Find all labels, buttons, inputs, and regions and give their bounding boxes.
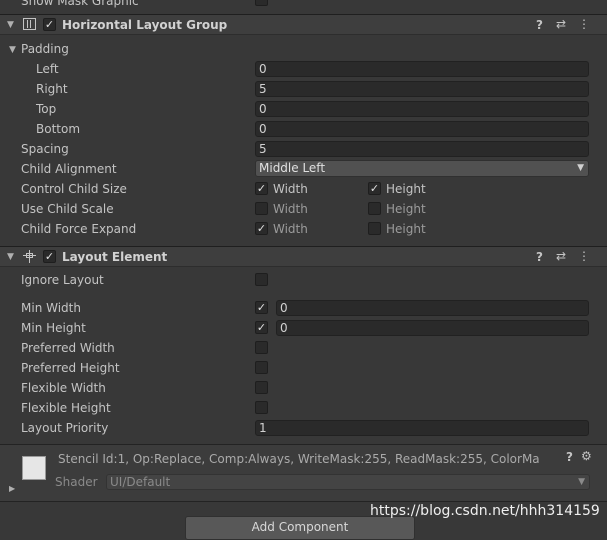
add-component-button[interactable]: Add Component: [185, 516, 415, 540]
flexible-width-checkbox[interactable]: [255, 381, 268, 394]
gear-icon[interactable]: ⚙: [581, 449, 592, 463]
foldout-arrow-icon[interactable]: ▼: [7, 20, 14, 30]
expand-height-label: Height: [386, 222, 426, 236]
help-icon[interactable]: ?: [536, 250, 543, 264]
layout-priority-label: Layout Priority: [21, 421, 109, 435]
child-alignment-value: Middle Left: [259, 161, 326, 175]
component-title: Horizontal Layout Group: [62, 18, 228, 32]
component-title: Layout Element: [62, 250, 168, 264]
dropdown-arrow-icon: ▼: [578, 477, 585, 487]
scale-width-label: Width: [273, 202, 308, 216]
le-enabled-checkbox[interactable]: ✓: [43, 250, 56, 263]
expand-width-label: Width: [273, 222, 308, 236]
min-width-label: Min Width: [21, 301, 81, 315]
control-child-size-label: Control Child Size: [21, 182, 127, 196]
preferred-width-label: Preferred Width: [21, 341, 115, 355]
flexible-height-label: Flexible Height: [21, 401, 111, 415]
material-stencil-info: Stencil Id:1, Op:Replace, Comp:Always, W…: [58, 452, 540, 466]
help-icon[interactable]: ?: [566, 450, 573, 464]
help-icon[interactable]: ?: [536, 18, 543, 32]
layout-element-icon: [23, 250, 36, 263]
shader-label: Shader: [55, 475, 98, 489]
ignore-layout-label: Ignore Layout: [21, 273, 104, 287]
child-force-expand-label: Child Force Expand: [21, 222, 137, 236]
preferred-width-checkbox[interactable]: [255, 341, 268, 354]
bottom-label: Bottom: [36, 122, 81, 136]
hlg-enabled-checkbox[interactable]: ✓: [43, 18, 56, 31]
expand-width-checkbox[interactable]: ✓: [255, 222, 268, 235]
control-width-checkbox[interactable]: ✓: [255, 182, 268, 195]
ignore-layout-checkbox[interactable]: [255, 273, 268, 286]
bottom-input[interactable]: 0: [255, 121, 589, 137]
top-label: Top: [36, 102, 57, 116]
min-height-checkbox[interactable]: ✓: [255, 321, 268, 334]
more-menu-icon[interactable]: ⋮: [578, 17, 590, 31]
dropdown-arrow-icon: ▼: [577, 163, 584, 173]
foldout-arrow-icon[interactable]: ▼: [7, 252, 14, 262]
left-input[interactable]: 0: [255, 61, 589, 77]
padding-label[interactable]: Padding: [21, 42, 69, 56]
shader-dropdown[interactable]: UI/Default ▼: [106, 474, 590, 490]
material-section: Stencil Id:1, Op:Replace, Comp:Always, W…: [0, 444, 607, 502]
spacing-label: Spacing: [21, 142, 69, 156]
child-alignment-dropdown[interactable]: Middle Left ▼: [255, 160, 589, 177]
show-mask-graphic-checkbox[interactable]: [255, 0, 268, 6]
child-alignment-label: Child Alignment: [21, 162, 117, 176]
presets-icon[interactable]: ⇄: [556, 249, 566, 263]
control-height-label: Height: [386, 182, 426, 196]
left-label: Left: [36, 62, 59, 76]
spacing-input[interactable]: 5: [255, 141, 589, 157]
more-menu-icon[interactable]: ⋮: [578, 249, 590, 263]
flexible-width-label: Flexible Width: [21, 381, 106, 395]
layout-priority-input[interactable]: 1: [255, 420, 589, 436]
right-label: Right: [36, 82, 68, 96]
top-input[interactable]: 0: [255, 101, 589, 117]
horizontal-layout-icon: [23, 18, 36, 30]
watermark-text: https://blog.csdn.net/hhh314159: [370, 503, 600, 519]
flexible-height-checkbox[interactable]: [255, 401, 268, 414]
min-width-input[interactable]: 0: [276, 300, 589, 316]
clipped-top-row: Show Mask Graphic: [0, 0, 607, 14]
min-width-checkbox[interactable]: ✓: [255, 301, 268, 314]
preferred-height-checkbox[interactable]: [255, 361, 268, 374]
use-child-scale-label: Use Child Scale: [21, 202, 114, 216]
min-height-input[interactable]: 0: [276, 320, 589, 336]
scale-height-label: Height: [386, 202, 426, 216]
preferred-height-label: Preferred Height: [21, 361, 120, 375]
expand-height-checkbox[interactable]: [368, 222, 381, 235]
material-foldout-icon[interactable]: ▶: [9, 484, 15, 493]
show-mask-graphic-label: Show Mask Graphic: [21, 0, 139, 8]
presets-icon[interactable]: ⇄: [556, 17, 566, 31]
shader-value: UI/Default: [110, 475, 171, 489]
min-height-label: Min Height: [21, 321, 86, 335]
control-width-label: Width: [273, 182, 308, 196]
material-preview-swatch[interactable]: [22, 456, 46, 480]
scale-width-checkbox[interactable]: [255, 202, 268, 215]
scale-height-checkbox[interactable]: [368, 202, 381, 215]
layout-element-header[interactable]: ▼ ✓ Layout Element ? ⇄ ⋮: [0, 246, 607, 267]
padding-foldout-icon[interactable]: ▼: [9, 45, 16, 55]
control-height-checkbox[interactable]: ✓: [368, 182, 381, 195]
horizontal-layout-group-header[interactable]: ▼ ✓ Horizontal Layout Group ? ⇄ ⋮: [0, 14, 607, 35]
right-input[interactable]: 5: [255, 81, 589, 97]
